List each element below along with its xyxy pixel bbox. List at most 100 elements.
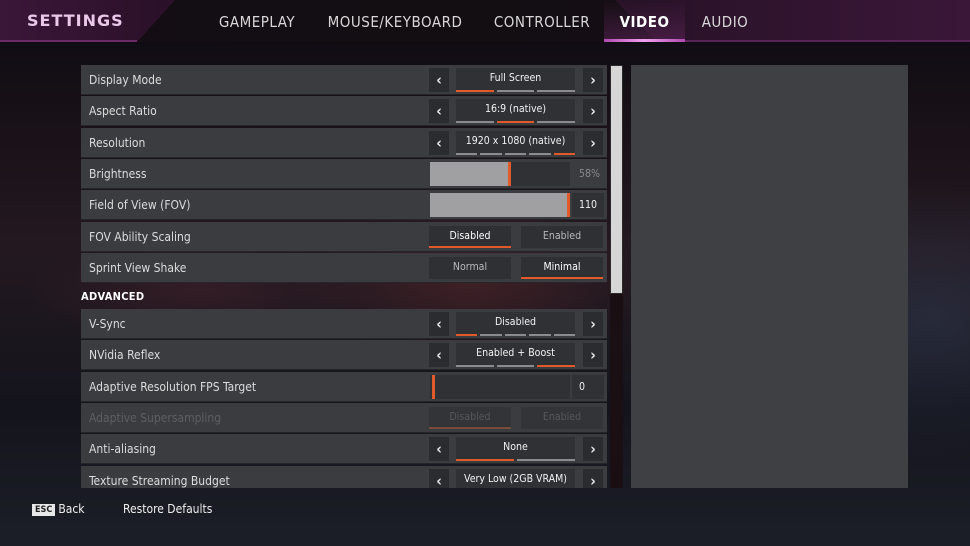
tab-audio[interactable]: AUDIO — [690, 0, 760, 42]
slider-value: 110 — [572, 193, 604, 218]
option-indicator — [456, 152, 576, 155]
scrollbar-track[interactable] — [610, 65, 623, 488]
option-tick — [456, 365, 494, 368]
chevron-right-icon[interactable]: › — [583, 468, 603, 488]
option-value: Very Low (2GB VRAM) — [456, 468, 575, 488]
setting-row-brightness: Brightness 58% — [81, 158, 607, 189]
setting-row-adaptive-resolution-fps-target: Adaptive Resolution FPS Target 0 — [81, 371, 607, 402]
setting-row-field-of-view-fov: Field of View (FOV) 110 — [81, 190, 607, 221]
chevron-left-icon[interactable]: ‹ — [429, 130, 449, 155]
option-tick — [496, 90, 535, 92]
option-carousel[interactable]: ‹ Very Low (2GB VRAM) › — [429, 468, 605, 488]
setting-label: Brightness — [89, 166, 147, 181]
chevron-left-icon[interactable]: ‹ — [429, 99, 449, 124]
option-tick — [517, 459, 575, 462]
option-indicator — [456, 365, 576, 368]
slider-fill — [430, 161, 511, 186]
option-carousel[interactable]: ‹ 16:9 (native) › — [429, 99, 605, 124]
option-tick — [504, 334, 527, 337]
setting-label: FOV Ability Scaling — [89, 229, 191, 244]
slider-handle[interactable] — [508, 161, 511, 186]
toggle-option-disabled: Disabled — [429, 407, 511, 429]
toggle-option-enabled: Enabled — [521, 407, 603, 429]
toggle-option-disabled[interactable]: Disabled — [429, 225, 511, 248]
option-tick — [529, 152, 551, 155]
chevron-right-icon[interactable]: › — [583, 437, 603, 462]
option-tick — [496, 121, 535, 124]
setting-row-adaptive-supersampling: Adaptive Supersampling Disabled Enabled — [81, 403, 607, 433]
setting-label: Field of View (FOV) — [89, 198, 191, 213]
option-tick — [537, 90, 576, 92]
tab-gameplay[interactable]: GAMEPLAY — [206, 0, 308, 42]
toggle-option-minimal[interactable]: Minimal — [521, 256, 603, 279]
option-carousel[interactable]: ‹ None › — [429, 437, 605, 462]
chevron-right-icon[interactable]: › — [583, 68, 603, 92]
tab-controller[interactable]: CONTROLLER — [483, 0, 601, 42]
option-carousel[interactable]: ‹ Disabled › — [429, 312, 605, 337]
slider-track[interactable] — [430, 374, 570, 399]
option-carousel[interactable]: ‹ Full Screen › — [429, 68, 605, 92]
option-indicator — [456, 334, 576, 337]
setting-row-anti-aliasing: Anti-aliasing ‹ None › — [81, 434, 607, 465]
scrollbar-thumb[interactable] — [610, 65, 623, 294]
chevron-left-icon[interactable]: ‹ — [429, 468, 449, 488]
option-tick — [456, 152, 478, 155]
option-value: Full Screen — [456, 68, 575, 92]
chevron-right-icon[interactable]: › — [583, 343, 603, 368]
option-tick — [480, 152, 502, 155]
option-tick — [529, 334, 551, 337]
chevron-left-icon[interactable]: ‹ — [429, 437, 449, 462]
setting-row-v-sync: V-Sync ‹ Disabled › — [81, 309, 607, 340]
restore-defaults-button[interactable]: Restore Defaults — [123, 502, 212, 516]
slider-track[interactable] — [430, 161, 570, 186]
setting-row-nvidia-reflex: NVidia Reflex ‹ Enabled + Boost › — [81, 340, 607, 371]
chevron-right-icon[interactable]: › — [583, 130, 603, 155]
option-tick — [480, 334, 502, 337]
option-tick — [504, 152, 527, 155]
option-value: 1920 x 1080 (native) — [456, 130, 575, 155]
chevron-left-icon[interactable]: ‹ — [429, 343, 449, 368]
tab-video[interactable]: VIDEO — [604, 0, 685, 42]
option-indicator — [456, 90, 576, 92]
option-carousel[interactable]: ‹ Enabled + Boost › — [429, 343, 605, 368]
chevron-left-icon[interactable]: ‹ — [429, 312, 449, 337]
setting-label: Display Mode — [89, 73, 162, 87]
option-indicator — [456, 121, 576, 124]
chevron-right-icon[interactable]: › — [583, 312, 603, 337]
option-tick — [496, 365, 535, 368]
slider-handle[interactable] — [432, 374, 435, 399]
page-title: SETTINGS — [27, 11, 124, 30]
slider-handle[interactable] — [567, 193, 570, 218]
slider-value: 0 — [572, 374, 604, 399]
option-carousel[interactable]: ‹ 1920 x 1080 (native) › — [429, 130, 605, 155]
slider-track[interactable] — [430, 193, 570, 218]
option-tick — [553, 334, 576, 337]
option-tick — [456, 90, 494, 92]
chevron-right-icon[interactable]: › — [583, 99, 603, 124]
description-panel — [631, 65, 908, 488]
option-tick — [456, 121, 494, 124]
section-heading-advanced: ADVANCED — [81, 290, 145, 304]
option-value: Enabled + Boost — [456, 343, 575, 368]
option-tick — [456, 459, 514, 462]
option-tick — [456, 334, 478, 337]
option-tick — [553, 152, 576, 155]
slider-fill — [430, 193, 570, 218]
toggle-option-normal[interactable]: Normal — [429, 256, 511, 279]
top-bar: SETTINGS GAMEPLAY MOUSE/KEYBOARD CONTROL… — [0, 0, 970, 42]
option-tick — [537, 121, 576, 124]
title-plate-edge — [0, 40, 137, 42]
back-label: Back — [58, 502, 85, 516]
setting-label: Texture Streaming Budget — [89, 473, 230, 488]
option-tick — [537, 365, 576, 368]
setting-label: Adaptive Supersampling — [89, 411, 222, 425]
setting-label: Anti-aliasing — [89, 442, 156, 457]
setting-label: Aspect Ratio — [89, 104, 157, 119]
back-button[interactable]: ESC Back — [32, 502, 85, 516]
chevron-left-icon[interactable]: ‹ — [429, 68, 449, 92]
tab-mouse-keyboard[interactable]: MOUSE/KEYBOARD — [320, 0, 470, 42]
option-value: None — [456, 437, 575, 462]
option-value: 16:9 (native) — [456, 99, 575, 124]
toggle-option-enabled[interactable]: Enabled — [521, 225, 603, 248]
option-indicator — [456, 459, 575, 462]
